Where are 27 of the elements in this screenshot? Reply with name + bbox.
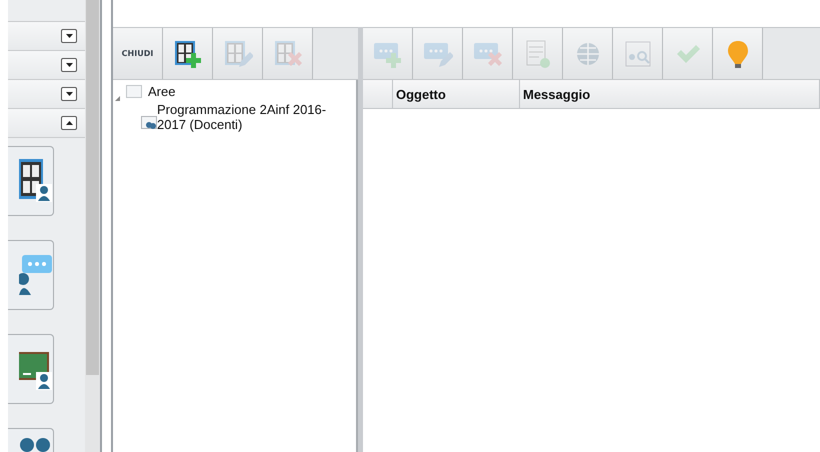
accordion-header[interactable]: [8, 51, 85, 80]
tile-button[interactable]: [8, 146, 54, 216]
column-header[interactable]: Oggetto: [393, 80, 520, 108]
expanded-arrow-icon[interactable]: [115, 96, 120, 101]
splitter[interactable]: [100, 0, 113, 452]
tile-button[interactable]: [8, 240, 54, 310]
tree-item[interactable]: Programmazione 2Ainf 2016-2017 (Docenti): [157, 102, 349, 132]
chat-person-icon: [19, 253, 53, 297]
caret-down-icon: [66, 34, 72, 38]
grid-add-icon: [172, 38, 202, 68]
search-icon: [622, 38, 652, 68]
scrollbar-thumb[interactable]: [86, 0, 99, 375]
toolbar-button[interactable]: [163, 28, 213, 79]
folder-icon: [126, 85, 142, 98]
accordion-header[interactable]: [8, 22, 85, 51]
caret-up-icon: [66, 121, 72, 125]
caret-down-icon: [66, 92, 72, 96]
tree-item[interactable]: Aree: [148, 84, 176, 100]
close-button[interactable]: CHIUDI: [113, 28, 163, 79]
column-header[interactable]: Messaggio: [520, 80, 820, 108]
grid-delete-icon: [272, 38, 302, 68]
accordion-header[interactable]: [8, 109, 85, 138]
caret-down-icon: [66, 63, 72, 67]
grid-edit-icon: [222, 38, 252, 68]
accordion-header[interactable]: [8, 80, 85, 109]
tile-button[interactable]: [8, 334, 54, 404]
board-icon: [19, 159, 53, 203]
